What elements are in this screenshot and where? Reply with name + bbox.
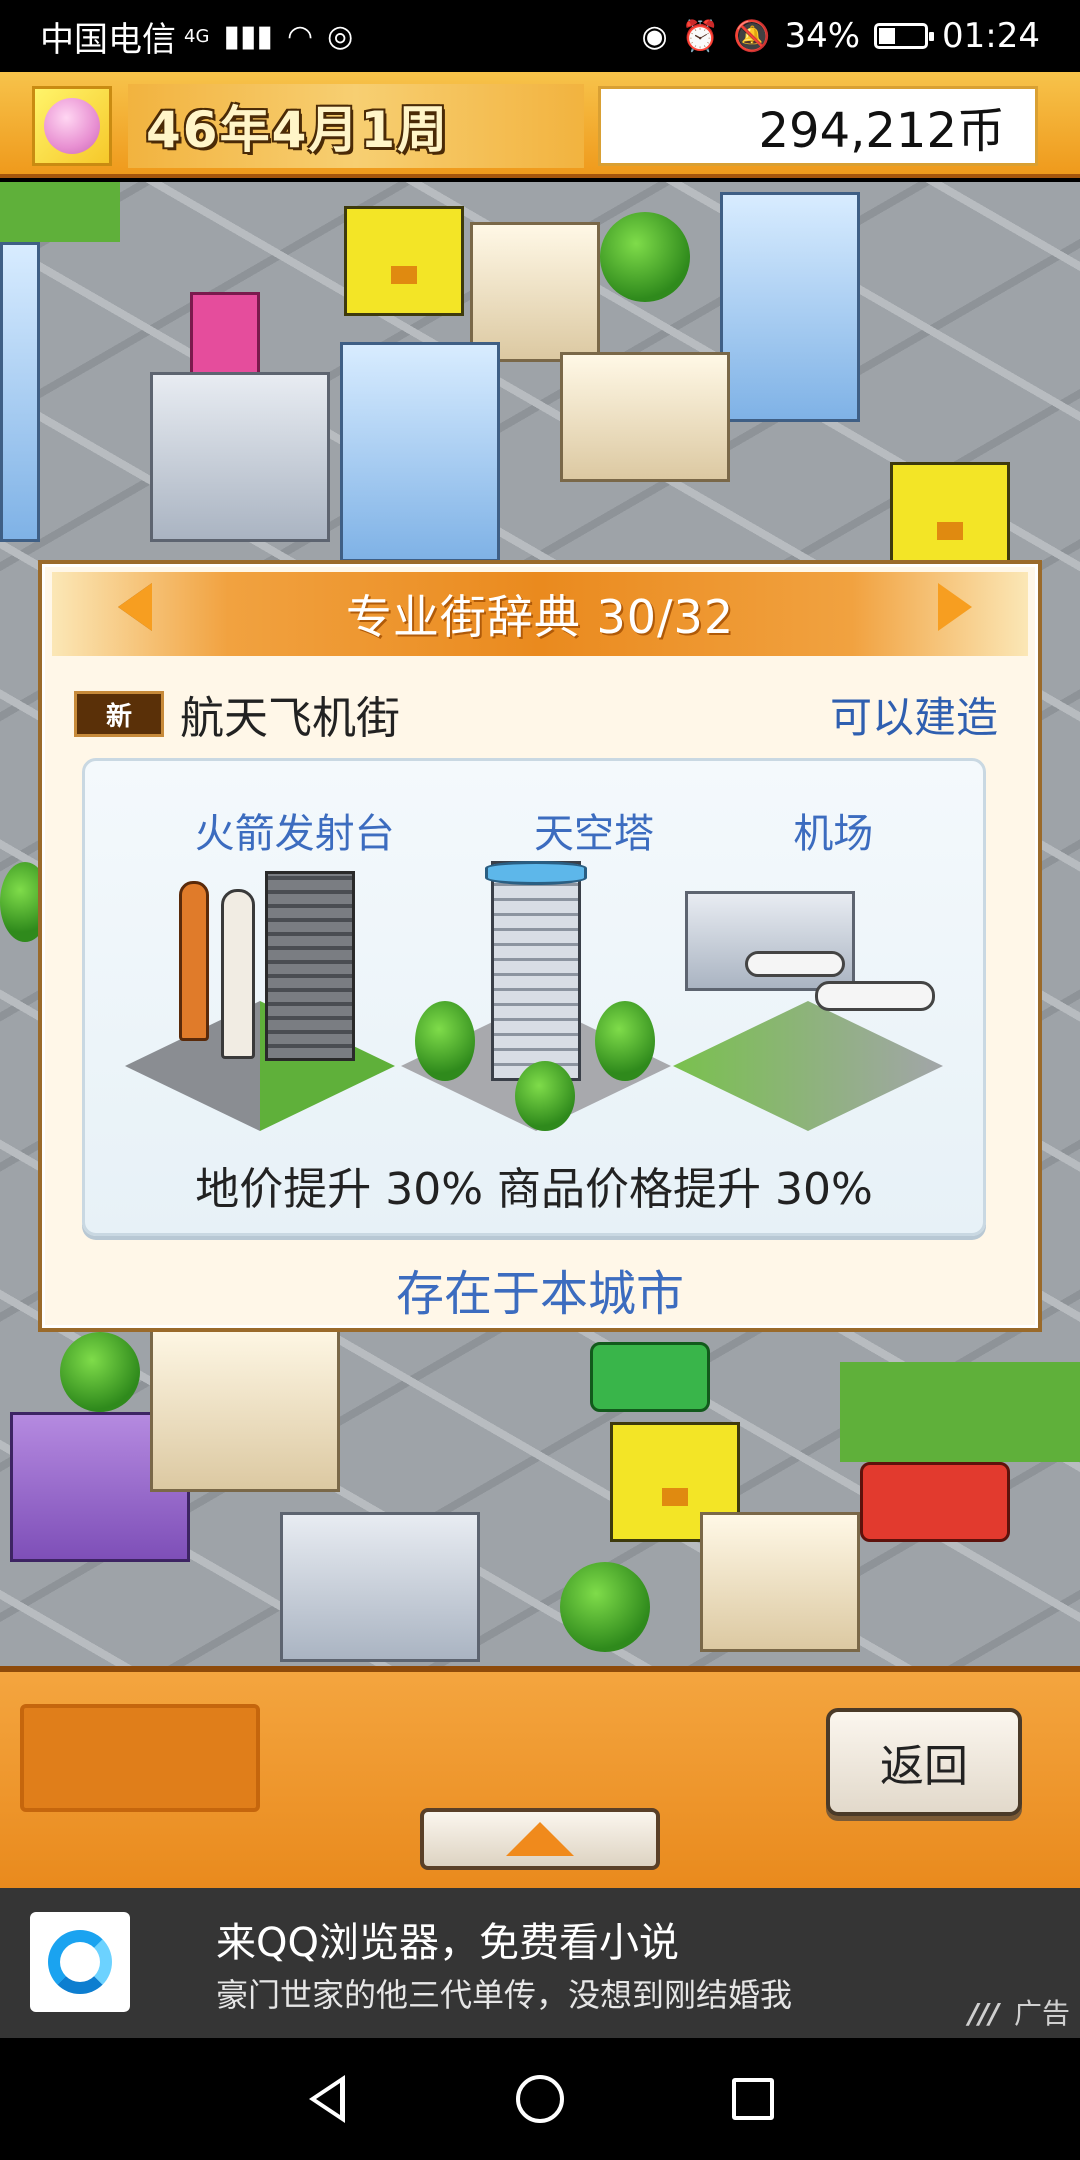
sky-tower [340,342,500,562]
facility-label-rocket: 火箭发射台 [194,811,395,857]
signal-icon: ▮▮▮ [223,18,273,54]
nav-home-button[interactable] [510,2069,570,2129]
game-top-bar: 46年4月1周 294,212币 [0,72,1080,178]
recents-square-icon [732,2078,775,2120]
new-badge: 新 [74,691,164,737]
money-display: 294,212币 [598,86,1038,166]
arrow-right-icon [938,583,972,631]
building [0,242,40,542]
launch-tower-icon [265,871,355,1061]
cherry-tree-icon [44,98,100,154]
tree [600,212,690,302]
next-page-button[interactable] [932,580,978,634]
existence-text: 存在于本城市 [395,1266,684,1322]
back-button[interactable]: 返回 [826,1708,1022,1816]
battery-icon [874,23,935,49]
facility-card: 火箭发射台 天空塔 机场 地价提升 30% 商品价格提升 30% [82,758,986,1236]
back-triangle-icon [308,2075,345,2123]
house [700,1512,860,1652]
green-car [590,1342,710,1412]
prev-page-button[interactable] [112,580,158,634]
home-circle-icon [515,2075,564,2123]
build-status: 可以建造 [829,692,998,742]
arrow-up-icon [506,1822,574,1856]
red-car [860,1462,1010,1542]
facility-images [125,861,945,1131]
tree [560,1562,650,1652]
status-bar: 中国电信 4G ▮▮▮ ◠ ◎ ◉ ⏰ 🔕 34% 01:24 [0,0,1080,72]
qq-browser-logo-icon [30,1912,130,2012]
empty-slot [20,1704,260,1812]
castle-tower [190,292,260,382]
ad-title: 来QQ浏览器，免费看小说 [216,1920,679,1966]
airport-base [673,1001,943,1131]
street-name: 航天飞机街 [180,693,400,744]
ad-mark-icon: /// [968,1997,1000,2030]
facility-labels: 火箭发射台 天空塔 机场 [85,801,983,857]
alarm-icon: ⏰ [681,18,720,54]
airplane-icon [815,981,935,1011]
airplane-icon [745,951,845,977]
q-logo-icon [48,1930,112,1994]
status-right: ◉ ⏰ 🔕 34% 01:24 [642,16,1040,56]
grass-patch [0,182,120,242]
dialog-title: 专业街辞典 30/32 [345,590,735,644]
office-tower [720,192,860,422]
eye-icon: ◉ [641,18,668,54]
nav-recents-button[interactable] [723,2069,783,2129]
effect-text: 地价提升 30% 商品价格提升 30% [195,1164,873,1215]
street-info: 新 航天飞机街 [74,682,400,746]
rocket-icon [179,881,209,1041]
ad-subtitle: 豪门世家的他三代单传，没想到刚结婚我 [216,1976,793,2014]
zoo-grass [840,1362,1080,1462]
city-emblem-icon[interactable] [32,86,112,166]
money-amount: 294,212币 [758,103,1006,159]
chick-building [344,206,464,316]
network-label: 4G [184,25,210,47]
nav-back-button[interactable] [297,2069,357,2129]
bottom-control-panel: 返回 [0,1666,1080,1888]
tree [415,1001,475,1081]
ad-tag-label: 广告 [1013,1997,1070,2030]
carrier-label: 中国电信 [40,19,176,60]
facility-label-skytower: 天空塔 [533,811,654,857]
tree [595,1001,655,1081]
shop [560,352,730,482]
castle [150,372,330,542]
status-left: 中国电信 4G ▮▮▮ ◠ ◎ [40,12,353,61]
ad-banner[interactable]: 来QQ浏览器，免费看小说 豪门世家的他三代单传，没想到刚结婚我 /// 广告 [0,1888,1080,2038]
tree [60,1332,140,1412]
mute-icon: 🔕 [733,18,771,54]
battery-percent: 34% [784,16,861,56]
street-dictionary-dialog: 专业街辞典 30/32 新 航天飞机街 可以建造 火箭发射台 天空塔 机场 地价… [38,560,1042,1332]
expand-menu-button[interactable] [420,1808,660,1870]
rocket-icon [221,889,255,1059]
dialog-header: 专业街辞典 30/32 [52,572,1028,656]
building [280,1512,480,1662]
ad-tag: /// 广告 [968,1992,1070,2032]
street-row: 新 航天飞机街 可以建造 [74,682,998,746]
sky-tower-top-icon [485,861,587,885]
facility-label-airport: 机场 [793,811,874,857]
system-nav-bar [0,2038,1080,2160]
game-date: 46年4月1周 [146,101,450,159]
clock: 01:24 [942,16,1040,56]
date-display: 46年4月1周 [128,84,584,168]
sky-tower-icon [491,861,581,1081]
sync-icon: ◎ [327,18,354,54]
chick-building [890,462,1010,572]
arrow-left-icon [118,583,152,631]
building [470,222,600,362]
tree [515,1061,575,1131]
wifi-icon: ◠ [286,18,314,54]
building [150,1322,340,1492]
